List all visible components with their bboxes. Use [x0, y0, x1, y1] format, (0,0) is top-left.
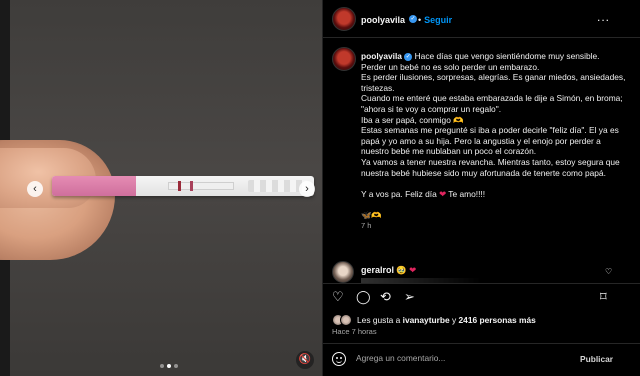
pregnancy-test-image: [52, 176, 314, 196]
carousel-prev-button[interactable]: ‹: [27, 181, 43, 197]
comment-input[interactable]: [356, 353, 556, 363]
save-icon[interactable]: ⌑: [600, 289, 607, 305]
commenter-username[interactable]: geralrol: [361, 265, 394, 275]
verified-icon: ✓: [409, 15, 417, 23]
carousel-dot: [160, 364, 164, 368]
caption-emojis: 🦋🫶: [361, 209, 382, 220]
heart-icon: ❤: [439, 188, 447, 199]
verified-icon: ✓: [404, 52, 413, 61]
likes-summary[interactable]: Les gusta a ivanayturbe y 2416 personas …: [332, 314, 536, 326]
emoji-icon[interactable]: [332, 352, 346, 366]
more-options-icon[interactable]: ...: [597, 10, 610, 24]
comment-emoji: 🥹: [396, 265, 407, 275]
comment-item: geralrol 🥹 ❤ ♡: [332, 261, 632, 285]
post-timestamp: Hace 7 horas: [332, 327, 377, 336]
comment-text: geralrol 🥹 ❤: [361, 265, 416, 276]
caption-timestamp[interactable]: 7 h: [361, 221, 631, 232]
carousel-next-button[interactable]: ›: [299, 181, 315, 197]
liker-avatar: [340, 314, 352, 326]
commenter-avatar[interactable]: [332, 261, 354, 283]
caption-line: Cuando me enteré que estaba embarazada l…: [361, 93, 623, 114]
caption-line: Ya vamos a tener nuestra revancha. Mient…: [361, 156, 620, 178]
post-actions: ♡ ◯ ⟲ ➢ ⌑: [332, 289, 632, 307]
like-icon[interactable]: ♡: [332, 289, 344, 305]
post-media[interactable]: ‹ › 🔇: [0, 0, 322, 376]
carousel-dots: [160, 364, 178, 368]
separator: •: [418, 15, 422, 25]
divider: [323, 343, 640, 344]
divider: [323, 283, 640, 284]
post-header: poolyavila ✓ • Seguir ...: [323, 0, 640, 38]
repost-icon[interactable]: ⟲: [380, 289, 391, 305]
carousel-dot: [174, 364, 178, 368]
caption-line: Es perder ilusiones, sorpresas, alegrías…: [361, 72, 626, 93]
caption-username[interactable]: poolyavila: [361, 51, 402, 61]
caption-line: Estas semanas me pregunté si iba a poder…: [361, 125, 619, 157]
comment-icon[interactable]: ◯: [356, 289, 371, 305]
post-panel: poolyavila ✓ • Seguir ... poolyavila ✓ Ha…: [322, 0, 640, 376]
like-comment-icon[interactable]: ♡: [605, 267, 612, 276]
author-username[interactable]: poolyavila: [361, 15, 405, 25]
caption-closing: Y a vos pa. Feliz día ❤ Te amo!!!!: [361, 188, 486, 199]
caption-line: poolyavila ✓ Hace días que vengo sientié…: [361, 51, 600, 61]
caption-line: Iba a ser papá, conmigo 🫶: [361, 114, 464, 125]
caption-body: poolyavila ✓ Hace días que vengo sientié…: [361, 51, 631, 231]
comment-box: Publicar: [332, 352, 632, 368]
caption-line: Perder un bebé no es solo perder un emba…: [361, 61, 540, 72]
caption-avatar[interactable]: [332, 47, 356, 71]
avatar[interactable]: [332, 7, 356, 31]
follow-button[interactable]: • Seguir: [418, 15, 452, 25]
publish-button[interactable]: Publicar: [580, 354, 613, 364]
carousel-dot-active: [167, 364, 171, 368]
comment-heart: ❤: [409, 265, 417, 275]
mute-icon[interactable]: 🔇: [296, 351, 314, 369]
share-icon[interactable]: ➢: [404, 289, 415, 305]
